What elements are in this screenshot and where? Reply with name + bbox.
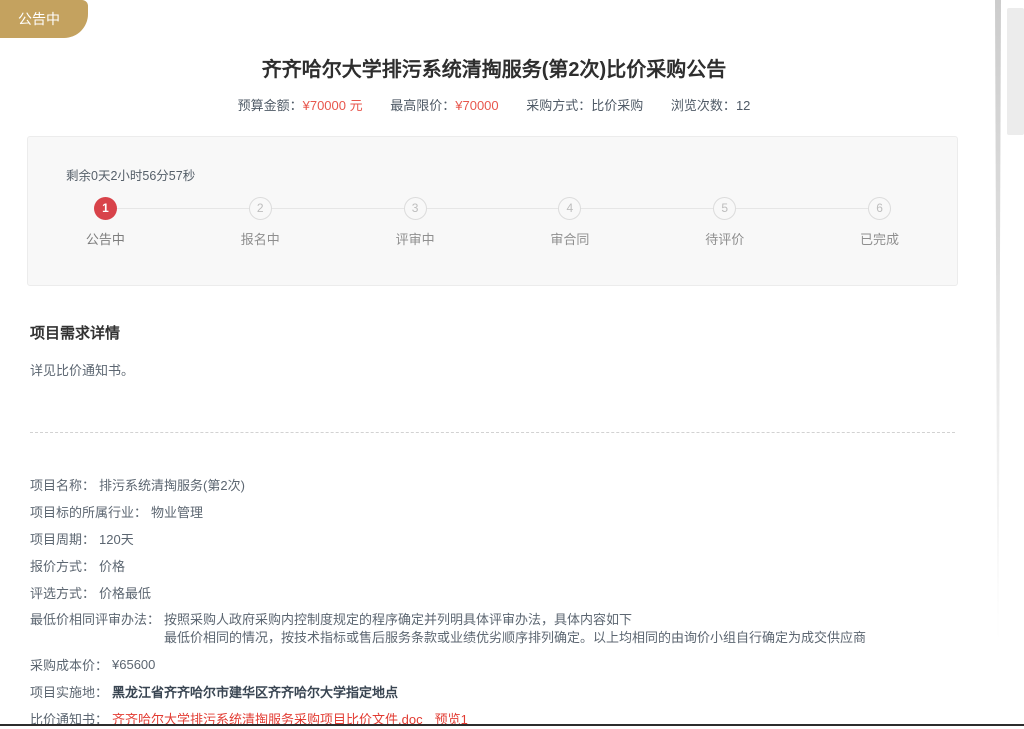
field-duration: 项目周期： 120天 bbox=[30, 525, 958, 552]
step-label-3: 评审中 bbox=[338, 229, 493, 248]
step-circle-6: 6 bbox=[868, 197, 891, 220]
meta-max-price-label: 最高限价： bbox=[390, 98, 455, 113]
field-value: ¥65600 bbox=[112, 657, 155, 672]
step-label-2: 报名中 bbox=[183, 229, 338, 248]
step-circle-2: 2 bbox=[249, 197, 272, 220]
step-label-4: 审合同 bbox=[492, 229, 647, 248]
meta-views-label: 浏览次数： bbox=[671, 98, 736, 113]
dashed-divider bbox=[30, 432, 955, 433]
scrollbar-thumb[interactable] bbox=[1007, 8, 1024, 135]
meta-method: 采购方式：比价采购 bbox=[526, 98, 643, 114]
field-value-multiline: 按照采购人政府采购内控制度规定的程序确定并列明具体评审办法，具体内容如下 最低价… bbox=[164, 606, 866, 651]
field-value: 物业管理 bbox=[151, 502, 203, 521]
field-label: 项目标的所属行业： bbox=[30, 502, 147, 521]
step-evaluation: 5 待评价 bbox=[647, 197, 802, 248]
page-edge-shadow bbox=[995, 0, 1001, 645]
requirement-summary: 详见比价通知书。 bbox=[30, 362, 958, 380]
footer-top-border bbox=[0, 724, 1024, 726]
step-label-1: 公告中 bbox=[28, 229, 183, 248]
step-circle-4: 4 bbox=[558, 197, 581, 220]
field-label: 采购成本价： bbox=[30, 655, 108, 674]
field-label: 评选方式： bbox=[30, 583, 95, 602]
meta-max-price: 最高限价：¥70000 bbox=[390, 98, 498, 114]
step-contract: 4 审合同 bbox=[492, 197, 647, 248]
field-value: 价格 bbox=[99, 556, 125, 575]
meta-budget-label: 预算金额： bbox=[238, 98, 303, 113]
step-announcing: 1 公告中 bbox=[28, 197, 183, 248]
field-label: 项目名称： bbox=[30, 475, 95, 494]
step-circle-3: 3 bbox=[404, 197, 427, 220]
tie-break-line-2: 最低价相同的情况，按技术指标或售后服务条款或业绩优劣顺序排列确定。以上均相同的由… bbox=[164, 629, 866, 647]
field-value: 黑龙江省齐齐哈尔市建华区齐齐哈尔大学指定地点 bbox=[112, 682, 398, 701]
meta-max-price-value: ¥70000 bbox=[455, 98, 498, 113]
meta-method-value: 比价采购 bbox=[591, 98, 643, 113]
field-selection-method: 评选方式： 价格最低 bbox=[30, 579, 958, 606]
countdown-text: 剩余0天2小时56分57秒 bbox=[28, 137, 957, 184]
field-cost-price: 采购成本价： ¥65600 bbox=[30, 651, 958, 678]
field-label: 项目实施地： bbox=[30, 682, 108, 701]
tie-break-line-1: 按照采购人政府采购内控制度规定的程序确定并列明具体评审办法，具体内容如下 bbox=[164, 611, 866, 629]
field-value: 排污系统清掏服务(第2次) bbox=[99, 475, 245, 494]
field-tie-break-rule: 最低价相同评审办法： 按照采购人政府采购内控制度规定的程序确定并列明具体评审办法… bbox=[30, 606, 958, 651]
field-label: 项目周期： bbox=[30, 529, 95, 548]
status-badge: 公告中 bbox=[0, 0, 88, 38]
meta-method-label: 采购方式： bbox=[526, 98, 591, 113]
section-title: 项目需求详情 bbox=[30, 324, 958, 344]
stepper-steps: 1 公告中 2 报名中 3 评审中 4 审合同 5 待评价 6 已完成 bbox=[28, 197, 957, 248]
field-value: 120天 bbox=[99, 529, 134, 548]
meta-budget: 预算金额：¥70000 元 bbox=[238, 98, 363, 114]
field-location: 项目实施地： 黑龙江省齐齐哈尔市建华区齐齐哈尔大学指定地点 bbox=[30, 678, 958, 705]
field-label: 最低价相同评审办法： bbox=[30, 606, 160, 629]
field-label: 报价方式： bbox=[30, 556, 95, 575]
meta-views: 浏览次数：12 bbox=[671, 98, 750, 114]
project-fields: 项目名称： 排污系统清掏服务(第2次) 项目标的所属行业： 物业管理 项目周期：… bbox=[30, 471, 958, 729]
step-registration: 2 报名中 bbox=[183, 197, 338, 248]
step-circle-5: 5 bbox=[713, 197, 736, 220]
step-review: 3 评审中 bbox=[338, 197, 493, 248]
progress-stepper: 剩余0天2小时56分57秒 1 公告中 2 报名中 3 评审中 4 审合同 5 … bbox=[27, 136, 958, 286]
field-quote-method: 报价方式： 价格 bbox=[30, 552, 958, 579]
meta-budget-value: ¥70000 元 bbox=[303, 98, 363, 113]
step-circle-1: 1 bbox=[94, 197, 117, 220]
header-meta: 预算金额：¥70000 元 最高限价：¥70000 采购方式：比价采购 浏览次数… bbox=[30, 98, 958, 114]
detail-content: 项目需求详情 详见比价通知书。 项目名称： 排污系统清掏服务(第2次) 项目标的… bbox=[30, 324, 958, 729]
announcement-page: 公告中 齐齐哈尔大学排污系统清掏服务(第2次)比价采购公告 预算金额：¥7000… bbox=[0, 0, 1024, 729]
field-industry: 项目标的所属行业： 物业管理 bbox=[30, 498, 958, 525]
field-value: 价格最低 bbox=[99, 583, 151, 602]
page-title: 齐齐哈尔大学排污系统清掏服务(第2次)比价采购公告 bbox=[30, 56, 958, 84]
step-completed: 6 已完成 bbox=[802, 197, 957, 248]
step-label-5: 待评价 bbox=[647, 229, 802, 248]
field-project-name: 项目名称： 排污系统清掏服务(第2次) bbox=[30, 471, 958, 498]
step-label-6: 已完成 bbox=[802, 229, 957, 248]
meta-views-value: 12 bbox=[736, 98, 750, 113]
